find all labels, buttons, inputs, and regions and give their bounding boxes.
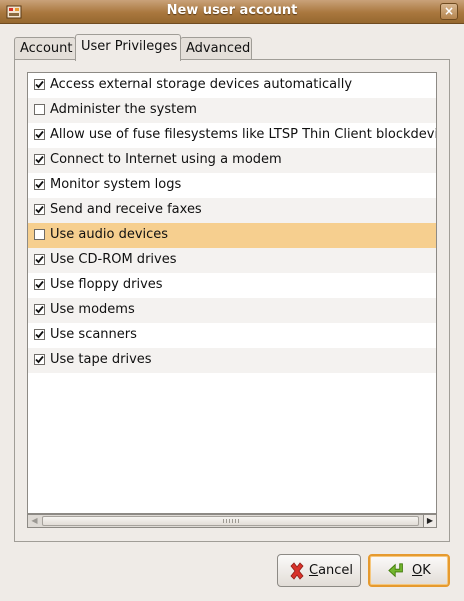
checkmark-icon [35,80,44,89]
ok-button[interactable]: OK [368,554,450,587]
checkmark-icon [35,255,44,264]
checkbox-checked[interactable] [34,254,45,265]
checkbox-checked[interactable] [34,304,45,315]
list-item-label: Monitor system logs [50,177,182,192]
list-item[interactable]: Monitor system logs [28,173,436,198]
grip-icon [223,519,241,523]
checkmark-icon [35,130,44,139]
tab-label: User Privileges [81,39,178,54]
checkbox-checked[interactable] [34,79,45,90]
title-bar[interactable]: New user account × [0,0,464,24]
list-item-label: Allow use of fuse filesystems like LTSP … [50,127,436,142]
horizontal-scrollbar[interactable]: ◀ ▶ [27,514,437,528]
checkbox-checked[interactable] [34,129,45,140]
ok-arrow-icon [388,563,403,578]
list-item[interactable]: Use scanners [28,323,436,348]
checkbox-unchecked[interactable] [34,104,45,115]
checkmark-icon [35,280,44,289]
list-item-label: Use tape drives [50,352,152,367]
checkmark-icon [35,180,44,189]
tab-label: Advanced [186,41,251,56]
tab-account[interactable]: Account [14,37,76,60]
cancel-label: Cancel [309,563,354,578]
scroll-left-arrow-icon[interactable]: ◀ [28,515,41,527]
list-item[interactable]: Use CD-ROM drives [28,248,436,273]
list-item-label: Use modems [50,302,135,317]
list-item[interactable]: Use floppy drives [28,273,436,298]
list-item-label: Connect to Internet using a modem [50,152,282,167]
close-button[interactable]: × [440,3,458,20]
checkbox-checked[interactable] [34,179,45,190]
checkmark-icon [35,305,44,314]
window-title: New user account [166,3,298,18]
list-item[interactable]: Send and receive faxes [28,198,436,223]
list-item[interactable]: Administer the system [28,98,436,123]
list-item[interactable]: Allow use of fuse filesystems like LTSP … [28,123,436,148]
list-item-label: Use scanners [50,327,137,342]
checkmark-icon [35,155,44,164]
checkbox-checked[interactable] [34,354,45,365]
list-item[interactable]: Use tape drives [28,348,436,373]
close-icon: × [443,4,455,18]
checkbox-checked[interactable] [34,279,45,290]
list-item-label: Administer the system [50,102,197,117]
cancel-x-icon [290,562,304,580]
list-item-label: Send and receive faxes [50,202,202,217]
cancel-button[interactable]: Cancel [277,554,361,587]
list-item[interactable]: Use audio devices [28,223,436,248]
checkbox-checked[interactable] [34,204,45,215]
list-item-label: Use CD-ROM drives [50,252,177,267]
checkmark-icon [35,355,44,364]
list-item[interactable]: Access external storage devices automati… [28,73,436,98]
checkmark-icon [35,330,44,339]
tab-advanced[interactable]: Advanced [180,37,252,60]
list-item-label: Use audio devices [50,227,169,242]
scroll-right-arrow-icon[interactable]: ▶ [423,515,436,527]
checkmark-icon [35,205,44,214]
privileges-list[interactable]: Access external storage devices automati… [27,72,437,514]
checkbox-checked[interactable] [34,154,45,165]
scrollbar-thumb[interactable] [42,516,419,526]
tab-label: Account [20,41,73,56]
checkbox-unchecked[interactable] [34,229,45,240]
ok-label: OK [412,563,431,578]
tab-user-privileges[interactable]: User Privileges [75,34,181,61]
checkbox-checked[interactable] [34,329,45,340]
list-item[interactable]: Use modems [28,298,436,323]
list-item[interactable]: Connect to Internet using a modem [28,148,436,173]
list-item-label: Use floppy drives [50,277,163,292]
list-item-label: Access external storage devices automati… [50,77,353,92]
